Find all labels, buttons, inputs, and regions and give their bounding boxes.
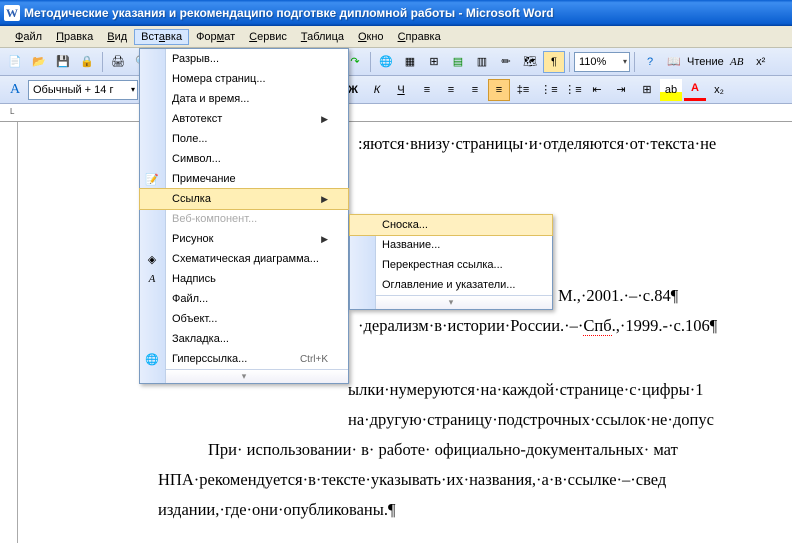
submenu-item-crossref[interactable]: Перекрестная ссылка... xyxy=(350,255,552,275)
separator xyxy=(102,52,103,72)
help-icon[interactable]: ? xyxy=(639,51,661,73)
open-icon[interactable]: 📂 xyxy=(28,51,50,73)
menu-item-date-time[interactable]: Дата и время... xyxy=(140,89,348,109)
permission-icon[interactable]: 🔒 xyxy=(76,51,98,73)
menu-expand-icon[interactable]: ▾ xyxy=(350,295,552,309)
menu-format[interactable]: Формат xyxy=(189,29,242,45)
menu-item-page-numbers[interactable]: Номера страниц... xyxy=(140,69,348,89)
menu-expand-icon[interactable]: ▾ xyxy=(140,369,348,383)
menu-item-field[interactable]: Поле... xyxy=(140,129,348,149)
columns-icon[interactable]: ▥ xyxy=(471,51,493,73)
menu-tools[interactable]: Сервис xyxy=(242,29,294,45)
read-mode-icon[interactable]: 📖 xyxy=(663,51,685,73)
doc-line: издании,·где·они·опубликованы.¶ xyxy=(158,496,772,524)
menu-item-textbox[interactable]: AНадпись xyxy=(140,269,348,289)
formatting-toolbar: A Обычный + 14 г Ж К Ч ≡ ≡ ≡ ≡ ‡≡ ⋮≡ ⋮≡ … xyxy=(0,76,792,104)
menu-item-autotext[interactable]: Автотекст▶ xyxy=(140,109,348,129)
submenu-arrow-icon: ▶ xyxy=(321,194,328,205)
align-center-icon[interactable]: ≡ xyxy=(440,79,462,101)
subscript-icon[interactable]: x₂ xyxy=(708,79,730,101)
style-combo[interactable]: Обычный + 14 г xyxy=(28,80,138,100)
menu-view[interactable]: Вид xyxy=(100,29,134,45)
app-icon: W xyxy=(4,5,20,21)
increase-indent-icon[interactable]: ⇥ xyxy=(610,79,632,101)
doc-map-icon[interactable]: 🗺 xyxy=(519,51,541,73)
new-doc-icon[interactable]: 📄 xyxy=(4,51,26,73)
menu-table[interactable]: Таблица xyxy=(294,29,351,45)
submenu-item-footnote[interactable]: Сноска... xyxy=(349,214,553,236)
submenu-item-toc[interactable]: Оглавление и указатели... xyxy=(350,275,552,295)
globe-icon: 🌐 xyxy=(144,351,160,367)
menu-bar: Файл Правка Вид Вставка Формат Сервис Та… xyxy=(0,26,792,48)
page[interactable]: :яются·внизу·страницы·и·отделяются·от·те… xyxy=(18,122,792,543)
excel-icon[interactable]: ▤ xyxy=(447,51,469,73)
menu-insert[interactable]: Вставка xyxy=(134,29,189,45)
textbox-icon: A xyxy=(144,271,160,287)
insert-hyperlink-icon[interactable]: 🌐 xyxy=(375,51,397,73)
zoom-combo[interactable]: 110% xyxy=(574,52,630,72)
tables-borders-icon[interactable]: ▦ xyxy=(399,51,421,73)
menu-edit[interactable]: Правка xyxy=(49,29,100,45)
line-spacing-icon[interactable]: ‡≡ xyxy=(512,79,534,101)
drawing-icon[interactable]: ✏ xyxy=(495,51,517,73)
menu-item-reference[interactable]: Ссылка▶ xyxy=(139,188,349,210)
menu-item-hyperlink[interactable]: 🌐Гиперссылка...Ctrl+K xyxy=(140,349,348,369)
menu-file[interactable]: Файл xyxy=(8,29,49,45)
underline-icon[interactable]: Ч xyxy=(390,79,412,101)
print-icon[interactable]: 🖨 xyxy=(107,51,129,73)
menu-window[interactable]: Окно xyxy=(351,29,391,45)
font-color-icon[interactable]: A xyxy=(684,79,706,101)
superscript-toggle-icon[interactable]: x² xyxy=(750,51,772,73)
standard-toolbar: 📄 📂 💾 🔒 🖨 🔍 ✓ 📚 ✂ 📋 📄 🖌 ↶ ↷ 🌐 ▦ ⊞ ▤ ▥ ✏ … xyxy=(0,48,792,76)
menu-item-web-component: Веб-компонент... xyxy=(140,209,348,229)
highlight-icon[interactable]: ab xyxy=(660,79,682,101)
menu-item-picture[interactable]: Рисунок▶ xyxy=(140,229,348,249)
numbering-icon[interactable]: ⋮≡ xyxy=(538,79,560,101)
comment-icon: 📝 xyxy=(144,171,160,187)
horizontal-ruler[interactable]: L xyxy=(0,104,792,122)
insert-menu-dropdown: Разрыв... Номера страниц... Дата и время… xyxy=(139,48,349,384)
doc-line: ·дерализм·в·истории·России.·–·Спб.,·1999… xyxy=(358,312,772,340)
style-aa-icon[interactable]: A xyxy=(4,79,26,101)
borders-icon[interactable]: ⊞ xyxy=(636,79,658,101)
title-bar: W Методические указания и рекомендаципо … xyxy=(0,0,792,26)
submenu-arrow-icon: ▶ xyxy=(321,114,328,125)
read-label[interactable]: Чтение xyxy=(687,56,724,68)
submenu-item-caption[interactable]: Название... xyxy=(350,235,552,255)
submenu-arrow-icon: ▶ xyxy=(321,234,328,245)
menu-item-diagram[interactable]: ◈Схематическая диаграмма... xyxy=(140,249,348,269)
menu-help[interactable]: Справка xyxy=(391,29,448,45)
insert-table-icon[interactable]: ⊞ xyxy=(423,51,445,73)
menu-item-comment[interactable]: 📝Примечание xyxy=(140,169,348,189)
pilcrow-icon[interactable]: ¶ xyxy=(543,51,565,73)
doc-line: на·другую·страницу·подстрочных·ссылок·не… xyxy=(348,406,772,434)
doc-line: При· использовании· в· работе· официальн… xyxy=(208,436,772,464)
separator xyxy=(634,52,635,72)
reference-submenu: Сноска... Название... Перекрестная ссылк… xyxy=(349,214,553,310)
doc-line: НПА·рекомендуется·в·тексте·указывать·их·… xyxy=(158,466,772,494)
menu-item-file[interactable]: Файл... xyxy=(140,289,348,309)
italic-icon[interactable]: К xyxy=(366,79,388,101)
doc-line: :яются·внизу·страницы·и·отделяются·от·те… xyxy=(358,130,772,158)
av-icon[interactable]: AB xyxy=(726,51,748,73)
bullets-icon[interactable]: ⋮≡ xyxy=(562,79,584,101)
menu-item-bookmark[interactable]: Закладка... xyxy=(140,329,348,349)
save-icon[interactable]: 💾 xyxy=(52,51,74,73)
doc-line: М.,·2001.·–·c.84¶ xyxy=(558,282,772,310)
document-area: :яются·внизу·страницы·и·отделяются·от·те… xyxy=(0,122,792,543)
doc-line: ылки·нумеруются·на·каждой·странице·с·циф… xyxy=(348,376,772,404)
menu-item-symbol[interactable]: Символ... xyxy=(140,149,348,169)
menu-item-object[interactable]: Объект... xyxy=(140,309,348,329)
align-justify-icon[interactable]: ≡ xyxy=(488,79,510,101)
separator xyxy=(370,52,371,72)
align-right-icon[interactable]: ≡ xyxy=(464,79,486,101)
decrease-indent-icon[interactable]: ⇤ xyxy=(586,79,608,101)
align-left-icon[interactable]: ≡ xyxy=(416,79,438,101)
diagram-icon: ◈ xyxy=(144,251,160,267)
window-title: Методические указания и рекомендаципо по… xyxy=(24,6,554,20)
menu-item-break[interactable]: Разрыв... xyxy=(140,49,348,69)
separator xyxy=(569,52,570,72)
vertical-ruler[interactable] xyxy=(0,122,18,543)
